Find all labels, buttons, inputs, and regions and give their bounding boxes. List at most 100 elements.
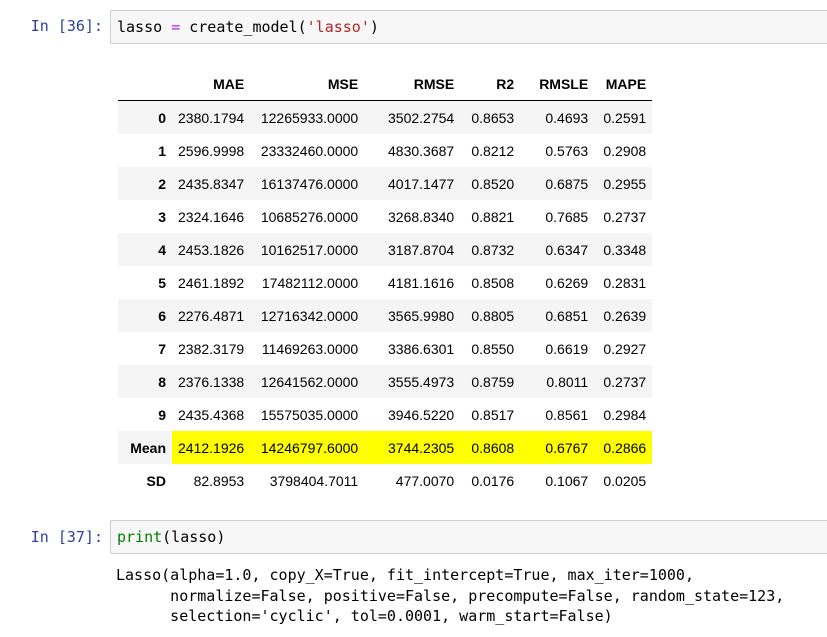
table-row: Mean 2412.1926 14246797.6000 3744.2305 0.860… — [118, 431, 653, 464]
table-cell: 4181.1616 — [388, 274, 455, 291]
row-index: 1 — [158, 142, 166, 159]
table-cell: 0.1067 — [545, 472, 589, 489]
cell-37-code-input[interactable]: print(lasso) — [110, 520, 827, 554]
table-row: SD 82.8953 3798404.7011 477.0070 0.0176 0.106… — [118, 464, 652, 497]
code-print-builtin: print — [117, 528, 163, 546]
table-cell: 23332460.0000 — [260, 142, 359, 159]
row-index: 9 — [158, 406, 166, 423]
table-cell: 0.6619 — [545, 340, 589, 357]
table-cell: 0.6347 — [545, 241, 589, 258]
table-cell: 15575035.0000 — [260, 406, 359, 423]
table-row: 9 2435.4368 15575035.0000 3946.5220 0.8517 0.… — [118, 398, 652, 431]
table-cell: 3946.5220 — [388, 406, 455, 423]
table-cell: 14246797.6000 — [250, 431, 365, 464]
table-cell: 3502.2754 — [388, 109, 455, 126]
table-row: 7 2382.3179 11469263.0000 3386.6301 0.8550 0.… — [118, 332, 652, 365]
table-cell: 0.8517 — [471, 406, 515, 423]
output-line: normalize=False, positive=False, precomp… — [116, 586, 785, 605]
table-cell: 0.8520 — [471, 175, 515, 192]
table-cell: 3187.8704 — [388, 241, 455, 258]
code-operator: = — [171, 18, 181, 36]
column-header-rmsle: RMSLE — [520, 67, 595, 101]
table-row: 8 2376.1338 12641562.0000 3555.4973 0.8759 0.… — [118, 365, 653, 398]
code-args: (lasso) — [162, 528, 226, 546]
table-cell: 0.7685 — [545, 208, 589, 225]
output-line: Lasso(alpha=1.0, copy_X=True, fit_interc… — [116, 566, 694, 584]
table-cell: 0.8653 — [471, 109, 515, 126]
table-cell: 3565.9980 — [388, 307, 455, 324]
table-cell: 0.6767 — [520, 431, 595, 464]
table-cell: 2596.9998 — [178, 142, 245, 159]
table-cell: 3268.8340 — [388, 208, 455, 225]
table-cell: 0.8550 — [471, 340, 515, 357]
cell-37-prompt: In [37]: — [30, 528, 103, 546]
table-row: 6 2276.4871 12716342.0000 3565.9980 0.8805 0.… — [118, 299, 653, 332]
table-cell: 3555.4973 — [388, 373, 455, 390]
table-cell: 0.2908 — [603, 142, 647, 159]
table-cell: 2380.1794 — [178, 109, 245, 126]
table-cell: 2376.1338 — [178, 373, 245, 390]
table-cell: 3386.6301 — [388, 340, 455, 357]
table-cell: 0.8011 — [546, 373, 589, 390]
table-cell: 0.6875 — [545, 175, 589, 192]
table-cell: 10685276.0000 — [260, 208, 359, 225]
table-cell: 0.8805 — [471, 307, 515, 324]
table-cell: 0.2591 — [603, 109, 647, 126]
table-cell: 0.2639 — [603, 307, 647, 324]
column-header-mse: MSE — [250, 67, 365, 101]
table-cell: 12716342.0000 — [260, 307, 359, 324]
table-cell: 3744.2305 — [364, 431, 461, 464]
table-cell: 0.0205 — [603, 472, 647, 489]
table-cell: 0.6851 — [545, 307, 589, 324]
row-index: 0 — [158, 109, 166, 126]
table-cell: 2461.1892 — [178, 274, 245, 291]
table-cell: 0.5763 — [545, 142, 589, 159]
column-header-mae: MAE — [172, 67, 251, 101]
code-close-paren: ) — [369, 18, 379, 36]
cell-36-code-input[interactable]: lasso = create_model('lasso') — [110, 10, 827, 44]
row-index: 6 — [158, 307, 166, 324]
column-header-rmse: RMSE — [364, 67, 461, 101]
table-cell: 0.8608 — [460, 431, 521, 464]
column-header-mape: MAPE — [594, 67, 653, 101]
table-cell: 3798404.7011 — [269, 472, 359, 489]
table-cell: 0.8212 — [471, 142, 515, 159]
table-cell: 12265933.0000 — [260, 109, 359, 126]
table-cell: 0.6269 — [545, 274, 589, 291]
table-cell: 11469263.0000 — [261, 340, 359, 357]
table-cell: 0.8821 — [471, 208, 515, 225]
table-row: 0 2380.1794 12265933.0000 3502.2754 0.8653 0.… — [118, 100, 653, 134]
table-cell: 0.2737 — [603, 208, 647, 225]
table-cell: 2276.4871 — [178, 307, 245, 324]
table-cell: 0.2737 — [603, 373, 647, 390]
table-cell: 2382.3179 — [178, 340, 245, 357]
table-header-row: MAE MSE RMSE R2 RMSLE MAPE — [118, 67, 653, 101]
table-cell: 82.8953 — [193, 472, 245, 489]
row-index: 7 — [158, 340, 166, 357]
table-row: 5 2461.1892 17482112.0000 4181.1616 0.8508 0.… — [118, 266, 652, 299]
row-index: 2 — [158, 175, 166, 192]
table-cell: 0.2984 — [603, 406, 647, 423]
table-row: 2 2435.8347 16137476.0000 4017.1477 0.8520 0.… — [118, 167, 653, 200]
row-index: Mean — [130, 439, 166, 456]
output-line: selection='cyclic', tol=0.0001, warm_sta… — [116, 607, 613, 625]
table-row: 3 2324.1646 10685276.0000 3268.8340 0.8821 0.… — [118, 200, 652, 233]
code-function: create_model( — [189, 18, 307, 36]
table-body: 0 2380.1794 12265933.0000 3502.2754 0.8653 0.… — [118, 100, 653, 498]
table-cell: 12641562.0000 — [260, 373, 359, 390]
table-cell: 0.0176 — [471, 472, 515, 489]
table-cell: 2435.4368 — [178, 406, 245, 423]
table-row: 1 2596.9998 23332460.0000 4830.3687 0.8212 0.… — [118, 134, 652, 167]
table-cell: 4830.3687 — [388, 142, 455, 159]
table-cell: 0.2927 — [603, 340, 647, 357]
row-index: 4 — [158, 241, 166, 258]
table-cell: 477.0070 — [395, 472, 455, 489]
table-cell: 0.4693 — [545, 109, 589, 126]
table-cell: 2453.1826 — [178, 241, 245, 258]
code-string: 'lasso' — [306, 18, 370, 36]
table-cell: 0.2831 — [603, 274, 647, 291]
table-cell: 0.8561 — [545, 406, 589, 423]
table-cell: 10162517.0000 — [260, 241, 359, 258]
cell-37-output: Lasso(alpha=1.0, copy_X=True, fit_interc… — [116, 565, 784, 627]
row-index: 5 — [158, 274, 166, 291]
